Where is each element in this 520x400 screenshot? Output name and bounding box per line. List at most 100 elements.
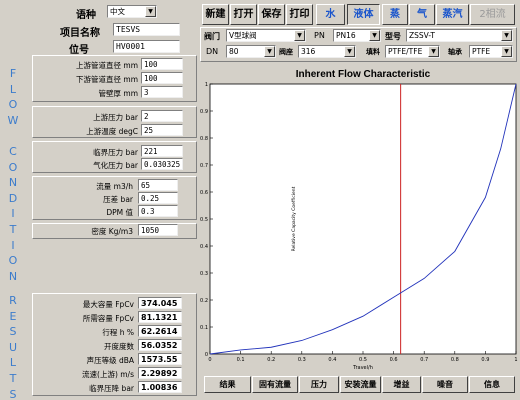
dn-value: 80 — [229, 47, 239, 56]
results-letter: S — [9, 387, 17, 400]
save-button[interactable]: 保存 — [258, 4, 285, 25]
downstream-diameter-field[interactable]: 100 — [141, 72, 183, 84]
valve-type-label: 阀门 — [204, 32, 220, 41]
y-tick-label: 0.4 — [200, 244, 208, 250]
pressure-drop-label: 压差 bar — [103, 195, 133, 204]
new-button[interactable]: 新建 — [202, 4, 229, 25]
water-button[interactable]: 水 — [316, 4, 345, 25]
flow-rate-label: 流量 m3/h — [96, 182, 133, 191]
packing-select[interactable]: PTFE/TFE ▼ — [385, 45, 440, 58]
x-tick-label: 0.6 — [390, 357, 398, 363]
critical-pressure-field[interactable]: 221 — [141, 145, 183, 157]
pn-value: PN16 — [336, 31, 356, 40]
result-label: 声压等级 dBA — [86, 356, 134, 365]
x-axis-label: Travel/h — [352, 365, 373, 371]
downstream-diameter-label: 下游管道直径 mm — [76, 75, 138, 84]
gas-button[interactable]: 气 — [409, 4, 435, 25]
plot-area — [209, 83, 517, 355]
vapor-pressure-label: 气化压力 bar — [93, 161, 138, 170]
language-label: 语种 — [76, 10, 96, 21]
tab-gain[interactable]: 增益 — [382, 376, 421, 393]
y-tick-label: 1 — [205, 82, 208, 88]
body-select[interactable]: 316 ▼ — [298, 45, 356, 58]
seat-label: 轴承 — [448, 48, 462, 56]
result-label: 最大容量 FpCv — [82, 300, 134, 309]
open-button[interactable]: 打开 — [230, 4, 257, 25]
y-tick-label: 0 — [205, 352, 208, 358]
flow-rate-field[interactable]: 65 — [138, 179, 178, 191]
upstream-pressure-field[interactable]: 2 — [141, 110, 183, 122]
dpm-label: DPM 值 — [106, 208, 133, 217]
packing-value: PTFE/TFE — [388, 47, 423, 56]
pn-label: PN — [314, 31, 325, 40]
model-select[interactable]: ZSSV-T ▼ — [406, 29, 513, 42]
upstream-diameter-field[interactable]: 100 — [141, 58, 183, 70]
valve-type-value: V型球阀 — [229, 31, 257, 40]
flow-characteristic-chart: Inherent Flow Characteristic 0 0.1 0.2 0.3 0.… — [200, 69, 518, 371]
flow-condition-letter: I — [11, 238, 15, 252]
seat-select[interactable]: PTFE ▼ — [469, 45, 513, 58]
flow-condition-letter: D — [8, 191, 18, 205]
wall-thickness-field[interactable]: 3 — [141, 86, 183, 98]
chevron-down-icon: ▼ — [501, 46, 512, 57]
results-letter: E — [9, 309, 17, 323]
chevron-down-icon: ▼ — [428, 46, 439, 57]
model-label: 型号 — [385, 32, 401, 41]
language-select[interactable]: 中文 ▼ — [107, 5, 157, 18]
result-label: 流速(上游) m/s — [82, 370, 134, 379]
result-value: 2.29892 — [138, 367, 182, 379]
dn-select[interactable]: 80 ▼ — [226, 45, 276, 58]
vapor-button[interactable]: 蒸汽 — [436, 4, 469, 25]
project-name-label: 项目名称 — [60, 28, 100, 39]
dn-label: DN — [206, 47, 219, 56]
tab-inherent-flow[interactable]: 固有流量 — [252, 376, 298, 393]
result-label: 临界压降 bar — [89, 384, 134, 393]
tab-noise[interactable]: 噪音 — [422, 376, 468, 393]
x-tick-label: 0.1 — [237, 357, 245, 363]
y-tick-label: 0.6 — [200, 190, 208, 196]
chevron-down-icon: ▼ — [145, 6, 156, 17]
pressure-drop-field[interactable]: 0.25 — [138, 192, 178, 204]
flow-condition-letter: N — [8, 269, 18, 283]
results-letter: T — [9, 371, 17, 385]
critical-pressure-label: 临界压力 bar — [93, 148, 138, 157]
body-label: 阀座 — [279, 48, 293, 56]
x-tick-label: 1 — [514, 357, 517, 363]
flow-condition-letter: W — [7, 113, 19, 127]
density-field[interactable]: 1050 — [138, 224, 178, 236]
density-label: 密度 Kg/m3 — [91, 227, 133, 236]
x-tick-label: 0.9 — [481, 357, 489, 363]
flow-condition-letter: T — [9, 222, 17, 236]
upstream-temp-field[interactable]: 25 — [141, 124, 183, 136]
two-phase-button[interactable]: 2相流 — [470, 4, 515, 25]
upstream-pressure-label: 上游压力 bar — [93, 113, 138, 122]
result-value: 56.0352 — [138, 339, 182, 351]
tab-pressure[interactable]: 压力 — [299, 376, 339, 393]
flow-condition-letter: O — [8, 254, 18, 268]
valve-type-select[interactable]: V型球阀 ▼ — [226, 29, 306, 42]
flow-condition-letter: O — [8, 98, 18, 112]
flow-condition-letter: L — [9, 82, 17, 96]
print-button[interactable]: 打印 — [286, 4, 313, 25]
liquid-button[interactable]: 液体 — [347, 4, 380, 25]
chevron-down-icon: ▼ — [344, 46, 355, 57]
steam-button[interactable]: 蒸 — [382, 4, 408, 25]
result-label: 开度度数 — [104, 342, 134, 351]
tag-field[interactable]: HV0001 — [113, 40, 180, 53]
result-value: 1.00836 — [138, 381, 182, 393]
y-axis-label: Relative Capacity Coefficient — [291, 186, 297, 251]
tab-results[interactable]: 结果 — [204, 376, 251, 393]
tab-info[interactable]: 信息 — [469, 376, 515, 393]
vapor-pressure-field[interactable]: 0.030325 — [141, 158, 183, 170]
flow-condition-letter: C — [9, 144, 17, 158]
pn-select[interactable]: PN16 ▼ — [333, 29, 381, 42]
y-tick-label: 0.8 — [200, 136, 208, 142]
dpm-field[interactable]: 0.3 — [138, 205, 178, 217]
flow-condition-letter: O — [8, 160, 18, 174]
flow-condition-letter: F — [9, 67, 17, 80]
chevron-down-icon: ▼ — [294, 30, 305, 41]
project-name-field[interactable]: TESVS — [113, 23, 180, 36]
tag-label: 位号 — [69, 45, 89, 56]
tab-installed-flow[interactable]: 安装流量 — [340, 376, 381, 393]
chevron-down-icon: ▼ — [501, 30, 512, 41]
